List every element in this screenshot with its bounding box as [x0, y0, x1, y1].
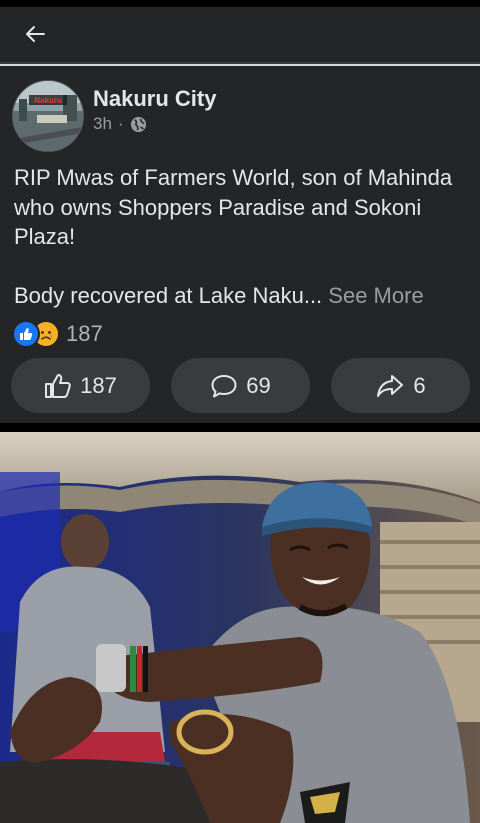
- thumbs-up-icon: [45, 373, 71, 398]
- post-text: RIP Mwas of Farmers World, son of Mahind…: [14, 163, 470, 310]
- share-count: 6: [413, 372, 426, 398]
- globe-icon: [130, 116, 146, 132]
- arrow-left-icon: [26, 26, 45, 42]
- share-button[interactable]: 6: [331, 358, 470, 413]
- like-button[interactable]: 187: [11, 358, 150, 413]
- post-meta: 3h ·: [93, 114, 147, 134]
- post-text-line: RIP Mwas of Farmers World, son of Mahind…: [14, 165, 453, 249]
- reactions-summary[interactable]: 187: [12, 320, 103, 348]
- post-card: Nakuru Nakuru City 3h · RIP Mwas of Farm…: [0, 66, 480, 423]
- post-photo[interactable]: [0, 432, 480, 823]
- top-bar: [0, 0, 480, 62]
- share-arrow-icon: [377, 374, 404, 397]
- avatar-label: Nakuru: [34, 96, 62, 105]
- post-time[interactable]: 3h: [93, 114, 112, 134]
- meta-separator: ·: [117, 114, 124, 133]
- avatar-image: Nakuru: [13, 81, 83, 151]
- like-count: 187: [80, 372, 117, 398]
- page-name[interactable]: Nakuru City: [93, 86, 216, 112]
- reaction-count: 187: [66, 321, 103, 346]
- like-icon: [12, 320, 40, 348]
- comment-bubble-icon: [211, 374, 237, 397]
- page-avatar[interactable]: Nakuru: [12, 80, 84, 152]
- back-button[interactable]: [18, 20, 52, 48]
- see-more-link[interactable]: See More: [328, 283, 423, 308]
- comment-count: 69: [246, 372, 271, 398]
- photo-image: [0, 432, 480, 823]
- post-text-line: Body recovered at Lake Naku...: [14, 282, 323, 308]
- comment-button[interactable]: 69: [171, 358, 310, 413]
- post-text-truncated: Body recovered at Lake Naku... See More: [14, 281, 470, 311]
